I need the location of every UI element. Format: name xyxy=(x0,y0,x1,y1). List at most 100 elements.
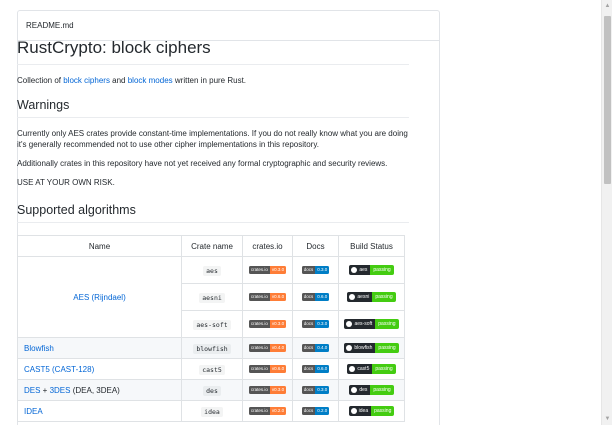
readme-header: README.md xyxy=(18,11,439,41)
docs-badge[interactable]: docs 0.2.0 xyxy=(301,407,330,416)
badge-label: docs xyxy=(301,407,316,416)
docs-badge-cell: docs 0.3.0 xyxy=(292,256,339,284)
scroll-down-arrow-icon[interactable]: ▼ xyxy=(602,413,612,425)
docs-badge[interactable]: docs 0.3.0 xyxy=(301,266,330,275)
aes-link[interactable]: AES (Rijndael) xyxy=(73,293,125,302)
github-icon xyxy=(349,366,356,372)
algorithm-name-cell: Blowfish xyxy=(17,337,182,359)
docs-badge-cell: docs 0.3.0 xyxy=(292,310,339,338)
badge-status: passing xyxy=(370,265,394,275)
github-icon xyxy=(349,294,356,300)
vertical-scrollbar[interactable]: ▲ ▼ xyxy=(601,0,612,425)
badge-version: v0.3.0 xyxy=(269,320,287,329)
build-badge-cell: aesni passing xyxy=(338,283,405,311)
crates-io-badge[interactable]: crates.io v0.2.0 xyxy=(248,407,287,416)
crates-badge-cell: crates.io v0.2.0 xyxy=(242,400,293,422)
name-separator: + xyxy=(40,385,50,395)
algorithms-heading: Supported algorithms xyxy=(17,203,409,223)
badge-workflow: aes xyxy=(359,267,368,273)
build-status-badge[interactable]: aesni passing xyxy=(347,292,396,302)
crates-badge-cell: crates.io v0.3.0 xyxy=(242,310,293,338)
badge-label: crates.io xyxy=(248,365,270,374)
table-row: IDEA idea crates.io v0.2.0 docs 0.2.0 idea… xyxy=(17,400,405,422)
build-status-badge[interactable]: cast5 passing xyxy=(347,364,396,374)
crates-io-badge[interactable]: crates.io v0.6.0 xyxy=(248,365,287,374)
crates-io-badge[interactable]: crates.io v0.3.0 xyxy=(248,386,287,395)
badge-label: crates.io xyxy=(248,407,270,416)
badge-label: crates.io xyxy=(248,266,270,275)
crates-io-badge[interactable]: crates.io v0.3.0 xyxy=(248,320,287,329)
readme-content: RustCrypto: block ciphers Collection of … xyxy=(17,38,409,422)
intro-text-3: written in pure Rust. xyxy=(172,76,247,85)
docs-badge-cell: docs 0.3.0 xyxy=(292,379,339,401)
build-badge-cell: des passing xyxy=(338,379,405,401)
badge-workflow: aes-soft xyxy=(354,321,373,327)
crate-name: aes xyxy=(203,265,221,276)
algorithm-name-cell: AES (Rijndael) xyxy=(17,256,182,338)
badge-workflow: aesni xyxy=(357,294,370,300)
build-badge-cell: aes-soft passing xyxy=(338,310,405,338)
crates-badge-cell: crates.io v0.6.0 xyxy=(242,358,293,380)
idea-link[interactable]: IDEA xyxy=(24,407,43,416)
docs-badge[interactable]: docs 0.3.0 xyxy=(301,386,330,395)
scroll-up-arrow-icon[interactable]: ▲ xyxy=(602,0,612,12)
badge-label: crates.io xyxy=(248,320,270,329)
intro-text-1: Collection of xyxy=(17,76,64,85)
crate-cell: des xyxy=(181,379,243,401)
crates-badge-cell: crates.io v0.6.0 xyxy=(242,283,293,311)
cast5-link[interactable]: CAST5 (CAST-128) xyxy=(24,365,94,374)
docs-badge[interactable]: docs 0.6.0 xyxy=(301,293,330,302)
docs-badge-cell: docs 0.6.0 xyxy=(292,283,339,311)
block-ciphers-link[interactable]: block ciphers xyxy=(63,76,110,85)
scrollbar-thumb[interactable] xyxy=(604,16,611,184)
crate-cell: blowfish xyxy=(181,337,243,359)
docs-badge[interactable]: docs 0.4.0 xyxy=(301,344,330,353)
page-viewport: README.md RustCrypto: block ciphers Coll… xyxy=(0,0,601,425)
build-status-badge[interactable]: aes-soft passing xyxy=(344,319,399,329)
block-modes-link[interactable]: block modes xyxy=(128,76,173,85)
name-suffix: (DEA, 3DEA) xyxy=(70,385,120,395)
blowfish-link[interactable]: Blowfish xyxy=(24,344,54,353)
docs-badge[interactable]: docs 0.6.0 xyxy=(301,365,330,374)
col-header-name: Name xyxy=(17,235,182,257)
col-header-crate: Crate name xyxy=(181,235,243,257)
badge-label: docs xyxy=(301,386,316,395)
badge-status: passing xyxy=(372,364,396,374)
build-status-badge[interactable]: idea passing xyxy=(348,406,395,416)
badge-status: passing xyxy=(372,292,396,302)
badge-version: v0.6.0 xyxy=(269,293,287,302)
badge-version: v0.3.0 xyxy=(269,386,287,395)
crates-badge-cell: crates.io v0.3.0 xyxy=(242,379,293,401)
warning-paragraph-3: USE AT YOUR OWN RISK. xyxy=(17,178,115,187)
algorithm-name-cell: CAST5 (CAST-128) xyxy=(17,358,182,380)
badge-version: 0.4.0 xyxy=(315,344,330,353)
col-header-build-status: Build Status xyxy=(338,235,405,257)
badge-workflow: des xyxy=(359,387,368,393)
badge-label: docs xyxy=(301,344,316,353)
algorithm-name-cell: IDEA xyxy=(17,400,182,422)
col-header-docs: Docs xyxy=(292,235,339,257)
docs-badge-cell: docs 0.2.0 xyxy=(292,400,339,422)
build-status-badge[interactable]: aes passing xyxy=(349,265,394,275)
badge-version: v0.4.0 xyxy=(269,344,287,353)
build-badge-cell: idea passing xyxy=(338,400,405,422)
build-status-badge[interactable]: des passing xyxy=(349,385,394,395)
build-status-badge[interactable]: blowfish passing xyxy=(344,343,399,353)
docs-badge[interactable]: docs 0.3.0 xyxy=(301,320,330,329)
des-link[interactable]: DES xyxy=(24,386,40,395)
crate-cell: aesni xyxy=(181,283,243,311)
crates-io-badge[interactable]: crates.io v0.6.0 xyxy=(248,293,287,302)
crates-io-badge[interactable]: crates.io v0.4.0 xyxy=(248,344,287,353)
badge-label: crates.io xyxy=(248,293,270,302)
crates-io-badge[interactable]: crates.io v0.3.0 xyxy=(248,266,287,275)
badge-status: passing xyxy=(375,319,399,329)
readme-filename: README.md xyxy=(26,21,74,30)
badge-version: v0.2.0 xyxy=(269,407,287,416)
crate-cell: cast5 xyxy=(181,358,243,380)
badge-label: docs xyxy=(301,320,316,329)
3des-link[interactable]: 3DES xyxy=(50,386,71,395)
badge-version: 0.6.0 xyxy=(315,365,330,374)
badge-label: docs xyxy=(301,365,316,374)
badge-workflow: idea xyxy=(358,408,369,414)
badge-version: 0.2.0 xyxy=(315,407,330,416)
